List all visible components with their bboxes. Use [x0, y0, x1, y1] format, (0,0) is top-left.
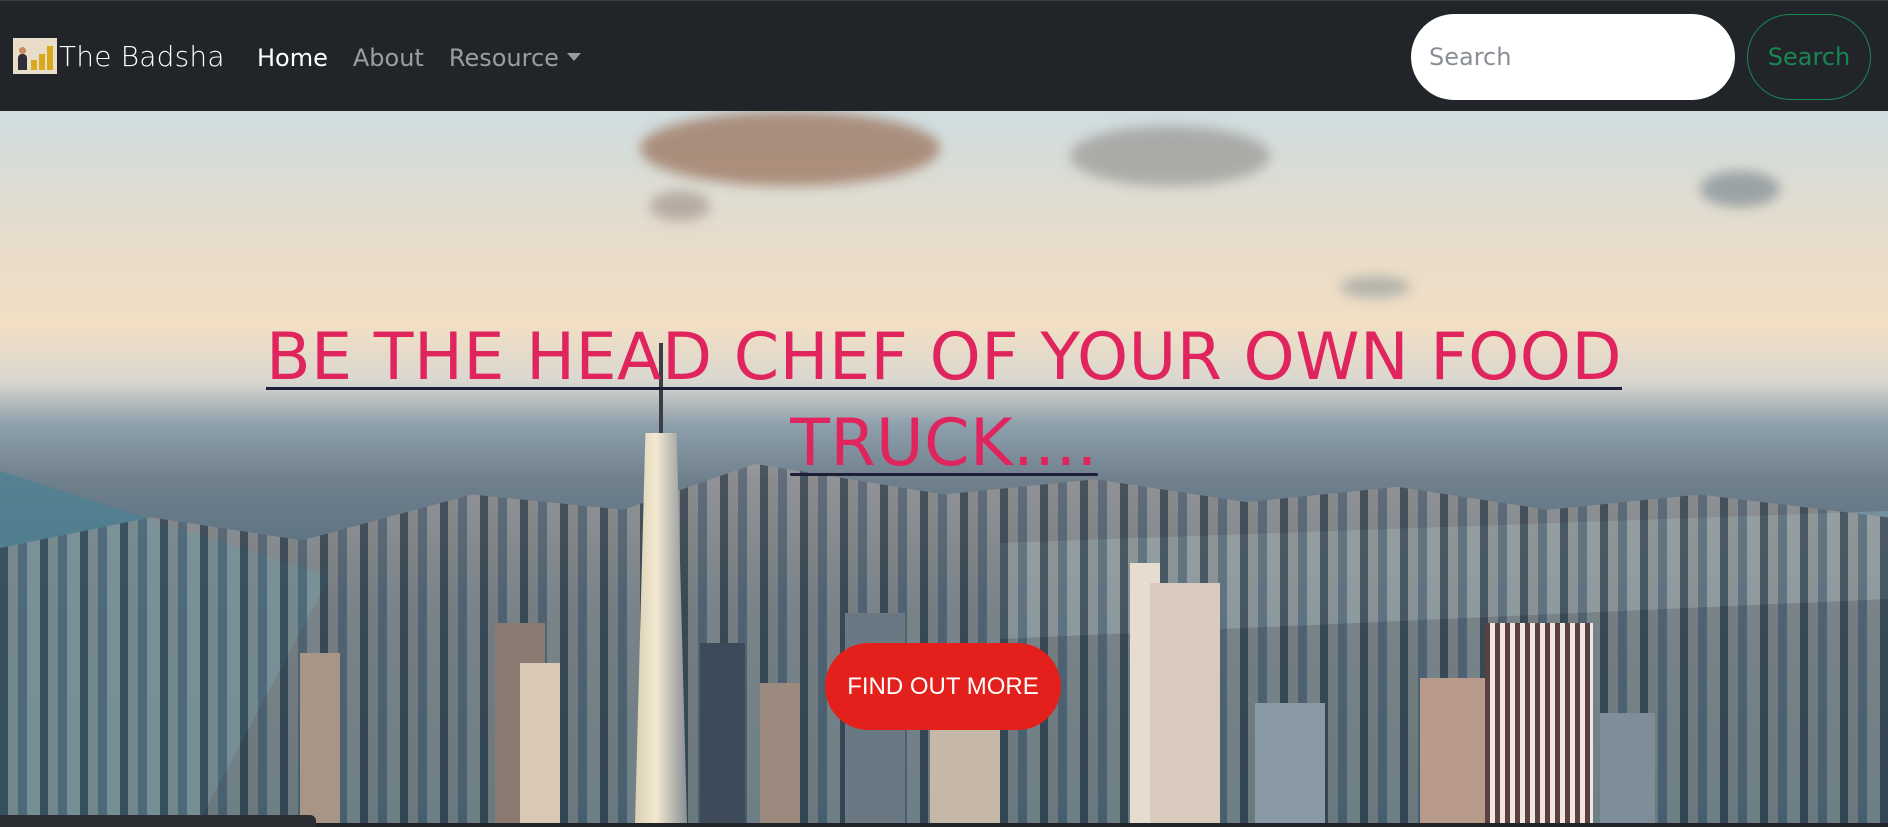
status-bar [0, 815, 316, 827]
chevron-down-icon [566, 53, 581, 61]
nav-dropdown-label: Resource [448, 44, 559, 72]
nav-link-about[interactable]: About [353, 41, 424, 75]
brand-name: The Badsha [59, 39, 225, 73]
nav-links: Home About Resource [257, 41, 606, 75]
hero-section: BE THE HEAD CHEF OF YOUR OWN FOOD TRUCK.… [0, 111, 1888, 823]
search-button[interactable]: Search [1747, 14, 1871, 100]
chart-logo-icon [13, 38, 57, 74]
hero-headline-wrap: BE THE HEAD CHEF OF YOUR OWN FOOD TRUCK.… [200, 315, 1688, 487]
find-out-more-button[interactable]: FIND OUT MORE [825, 643, 1061, 730]
hero-headline[interactable]: BE THE HEAD CHEF OF YOUR OWN FOOD TRUCK.… [200, 315, 1688, 487]
nav-dropdown-resource[interactable]: Resource [449, 41, 581, 75]
brand-link[interactable]: The Badsha [13, 38, 225, 74]
navbar: The Badsha Home About Resource Search [0, 0, 1888, 111]
search-input[interactable] [1411, 14, 1735, 100]
nav-link-home[interactable]: Home [257, 41, 328, 75]
